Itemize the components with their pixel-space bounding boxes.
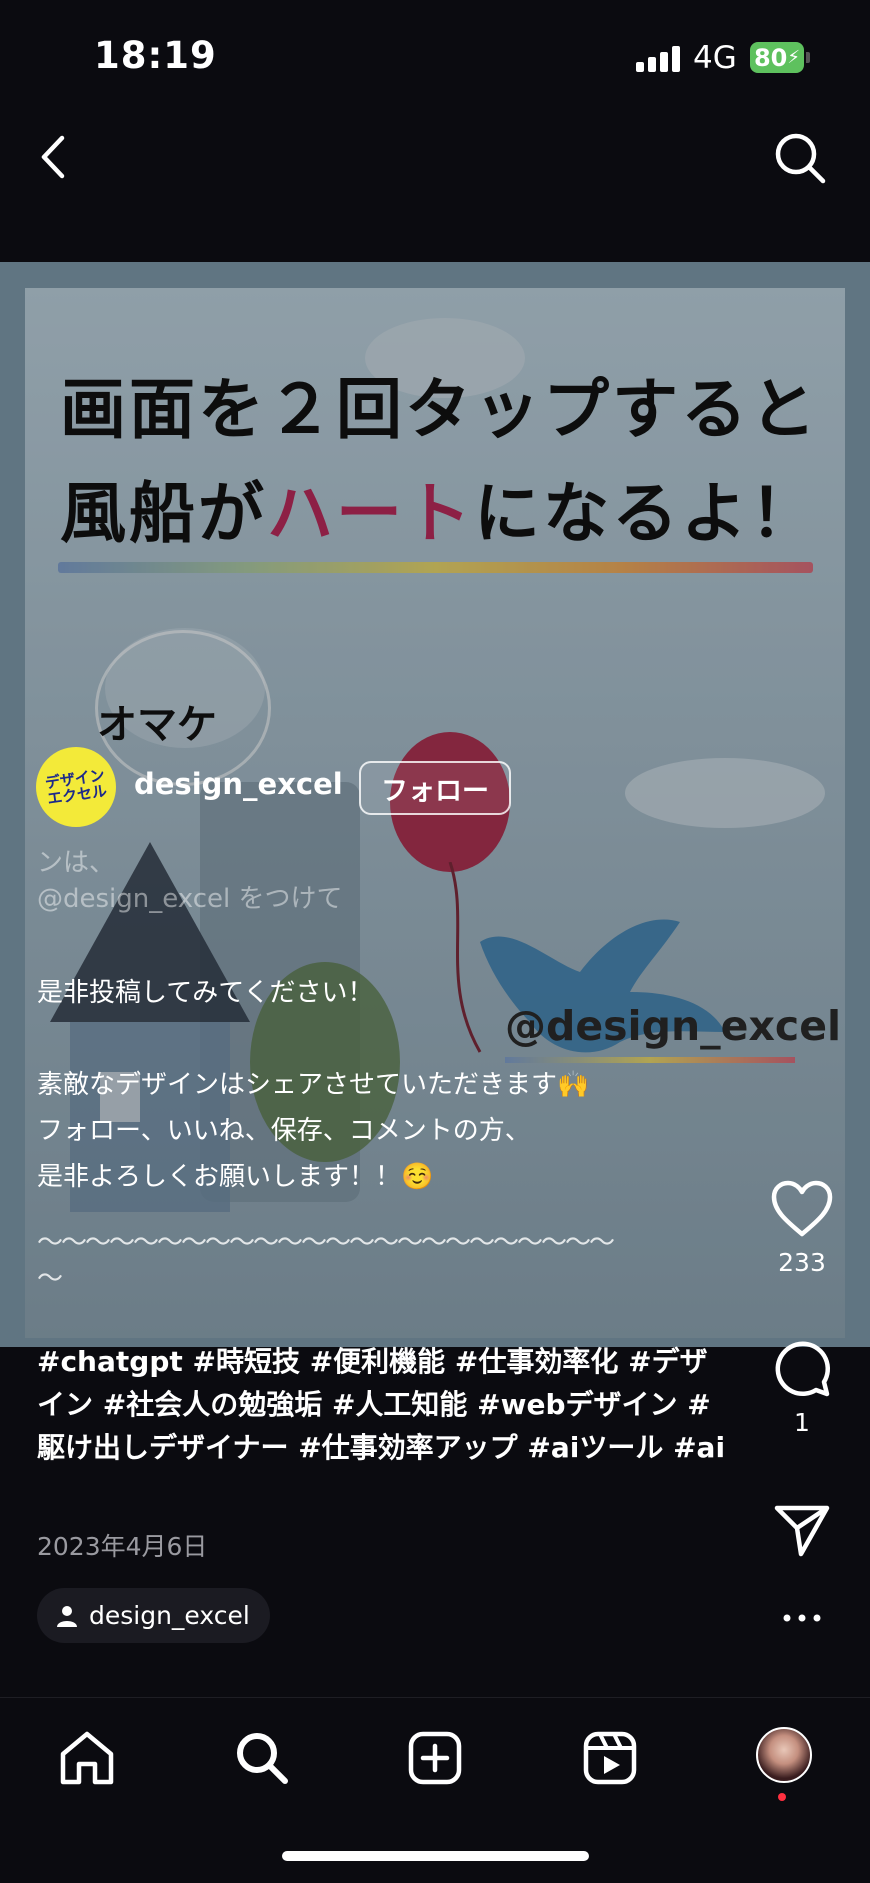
person-icon (57, 1605, 77, 1627)
author-avatar[interactable]: デザイン エクセル (36, 747, 116, 827)
network-type: 4G (693, 40, 737, 76)
tagged-user-chip[interactable]: design_excel (37, 1588, 270, 1643)
like-count: 233 (778, 1248, 826, 1277)
status-time: 18:19 (94, 34, 217, 77)
home-icon (60, 1731, 114, 1785)
add-post-icon (408, 1731, 462, 1785)
search-icon (237, 1733, 288, 1784)
nav-search[interactable] (232, 1728, 292, 1788)
author-username[interactable]: design_excel (134, 767, 343, 801)
tagged-user-name: design_excel (89, 1601, 250, 1630)
comment-action[interactable]: 1 (762, 1340, 842, 1437)
reels-icon (583, 1731, 637, 1785)
more-options[interactable] (762, 1608, 842, 1627)
heart-icon (771, 1180, 833, 1237)
comment-count: 1 (794, 1408, 810, 1437)
caption-line: 是非投稿してみてください！ (37, 978, 374, 1008)
avatar-logo-text: デザイン エクセル (43, 765, 109, 809)
home-indicator[interactable] (282, 1851, 589, 1861)
caption-line: 素敵なデザインはシェアさせていただきます🙌 (37, 1070, 590, 1100)
post-date: 2023年4月6日 (37, 1532, 208, 1561)
share-action[interactable] (762, 1502, 842, 1562)
nav-home[interactable] (57, 1728, 117, 1788)
nav-create[interactable] (405, 1728, 465, 1788)
follow-button[interactable]: フォロー (359, 761, 511, 815)
caption-line: フォロー、いいね、保存、コメントの方、 (37, 1116, 531, 1146)
caption-line: 是非よろしくお願いします！！☺️ (37, 1162, 434, 1192)
back-button[interactable] (34, 132, 74, 182)
caption-faded-line2: @design_excel をつけて (37, 884, 343, 914)
caption-wave-line: 〜 (37, 1264, 64, 1294)
search-button[interactable] (772, 130, 828, 186)
nav-profile-avatar[interactable] (756, 1727, 812, 1783)
nav-reels[interactable] (580, 1728, 640, 1788)
caption-wave-line: 〜〜〜〜〜〜〜〜〜〜〜〜〜〜〜〜〜〜〜〜〜〜〜〜 (37, 1228, 615, 1258)
signal-icon (636, 46, 682, 72)
search-icon (775, 133, 826, 184)
like-action[interactable]: 233 (762, 1180, 842, 1277)
battery-tip (806, 52, 810, 63)
battery-icon: 80 ⚡ (750, 42, 804, 73)
send-icon (774, 1505, 830, 1557)
battery-level: 80 (753, 43, 788, 72)
author-row: デザイン エクセル design_excel フォロー (36, 747, 636, 827)
more-dots-icon (783, 1614, 821, 1622)
comment-icon (775, 1341, 830, 1397)
post-hashtags[interactable]: #chatgpt #時短技 #便利機能 #仕事効率化 #デザイン #社会人の勉強… (37, 1340, 727, 1469)
status-bar: 18:19 4G 80 ⚡ (0, 0, 870, 110)
chevron-left-icon (41, 135, 65, 179)
notification-dot (778, 1793, 786, 1801)
